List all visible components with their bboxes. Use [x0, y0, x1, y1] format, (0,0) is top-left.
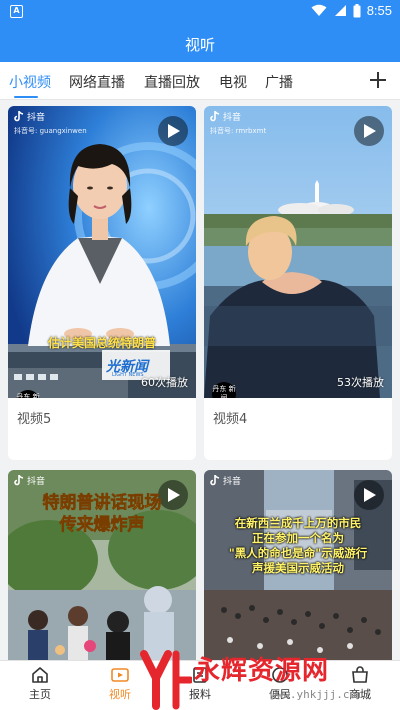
signal-icon [334, 5, 346, 16]
video-card[interactable]: 抖音 特朗普讲话现场 传来爆炸声 [8, 470, 196, 670]
active-tab-indicator [14, 96, 38, 98]
station-badge: 丹东 新闻 [212, 382, 236, 398]
clock: 8:55 [366, 3, 392, 18]
video-title[interactable]: 视频5 [17, 408, 51, 427]
play-button[interactable] [158, 116, 188, 146]
category-tabs: 小视频 网络直播 直播回放 电视 广播 [0, 62, 400, 100]
site-watermark: 永辉资源网 www.yhkjjj.com [138, 648, 400, 710]
tiktok-icon [210, 475, 220, 486]
tiktok-account-id: 抖音号: rmrbxmt [210, 127, 267, 135]
video-caption: 估计美国总统特朗普 [47, 336, 156, 350]
view-count: 60次播放 [141, 376, 188, 389]
play-button[interactable] [354, 480, 384, 510]
home-icon [32, 667, 48, 683]
tab-live-replay[interactable]: 直播回放 [144, 72, 200, 92]
view-count: 53次播放 [337, 376, 384, 389]
page-title: 视听 [184, 36, 215, 54]
tiktok-icon [210, 111, 220, 122]
tiktok-watermark: 抖音 [210, 474, 241, 487]
news-anchor-scene [8, 106, 196, 398]
tiktok-watermark: 抖音 [14, 110, 45, 123]
play-icon [168, 124, 180, 138]
app-header: 视听 [0, 24, 400, 62]
video-caption: 特朗普讲话现场 传来爆炸声 [42, 493, 162, 536]
video-card[interactable]: 抖音 抖音号: rmrbxmt 丹东 新闻 53次播放 视频4 [204, 106, 392, 460]
video-thumbnail[interactable]: 抖音 特朗普讲话现场 传来爆炸声 [8, 470, 196, 670]
video-title[interactable]: 视频4 [213, 408, 247, 427]
nav-home[interactable]: 主页 [10, 665, 70, 702]
tab-tv[interactable]: 电视 [219, 72, 247, 92]
add-tab-icon[interactable] [366, 68, 390, 92]
video-thumbnail[interactable]: 抖音 抖音号: rmrbxmt 丹东 新闻 53次播放 [204, 106, 392, 398]
tab-radio[interactable]: 广播 [265, 72, 293, 92]
play-icon [364, 124, 376, 138]
rocket-launch-scene [204, 106, 392, 398]
video-thumbnail[interactable]: 抖音 在新西兰成千上万的市民 正在参加一个名为 "黑人的命也是命"示威游行 声援… [204, 470, 392, 670]
app-notification-icon: A [10, 5, 23, 18]
battery-icon [353, 3, 361, 17]
video-card[interactable]: 抖音 在新西兰成千上万的市民 正在参加一个名为 "黑人的命也是命"示威游行 声援… [204, 470, 392, 670]
tiktok-watermark: 抖音 [14, 474, 45, 487]
watermark-logo [140, 650, 192, 710]
tab-live-stream[interactable]: 网络直播 [69, 72, 125, 92]
tiktok-watermark: 抖音 [210, 110, 241, 123]
video-card[interactable]: 抖音 抖音号: guangxinwen 估计美国总统特朗普 光新闻 LIGHT … [8, 106, 196, 460]
tiktok-account-id: 抖音号: guangxinwen [14, 127, 87, 135]
video-icon [111, 668, 129, 682]
play-icon [364, 488, 376, 502]
tab-short-video[interactable]: 小视频 [9, 72, 51, 92]
wifi-icon [311, 4, 327, 16]
news-brand-subtitle: LIGHT NEWS [112, 372, 144, 378]
play-button[interactable] [354, 116, 384, 146]
tiktok-icon [14, 111, 24, 122]
video-thumbnail[interactable]: 抖音 抖音号: guangxinwen 估计美国总统特朗普 光新闻 LIGHT … [8, 106, 196, 398]
video-caption: 在新西兰成千上万的市民 正在参加一个名为 "黑人的命也是命"示威游行 声援美国示… [228, 516, 368, 575]
status-bar: A 8:55 [0, 0, 400, 24]
tiktok-icon [14, 475, 24, 486]
